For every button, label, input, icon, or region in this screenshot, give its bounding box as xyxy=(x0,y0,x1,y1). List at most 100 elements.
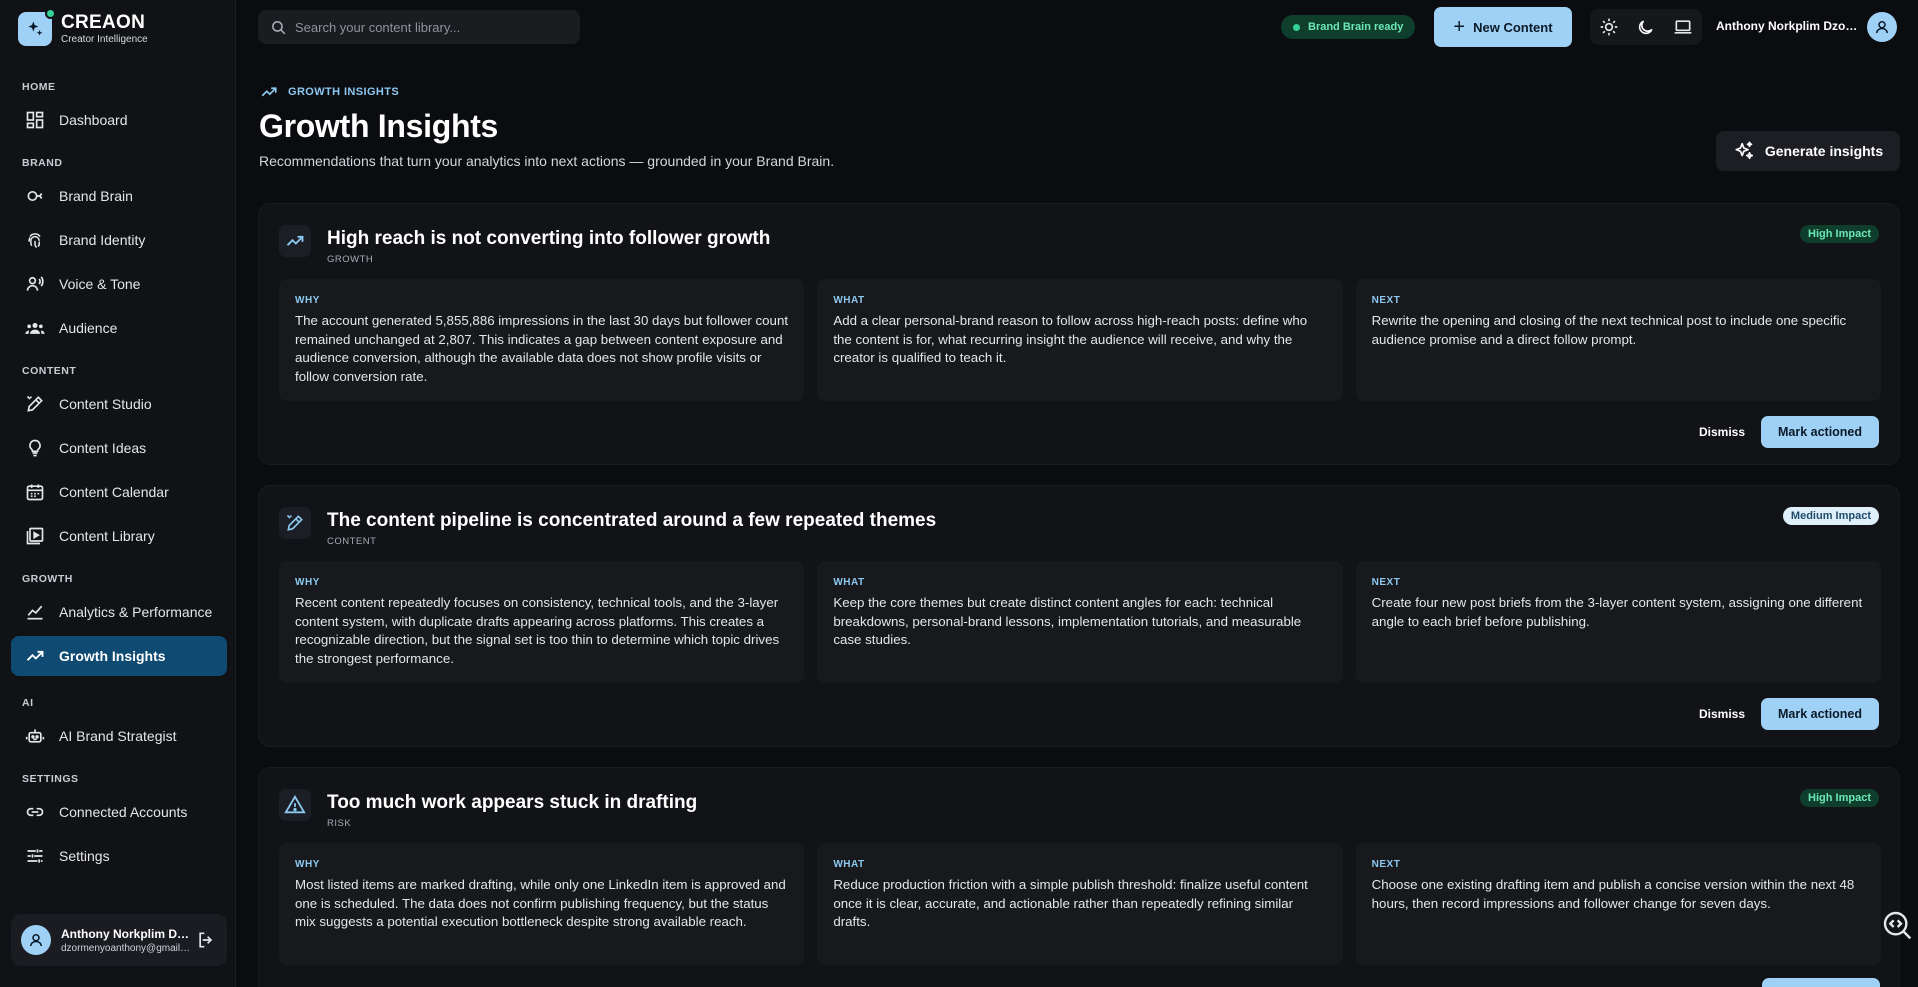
sidebar-item-content-ideas[interactable]: Content Ideas xyxy=(11,428,227,468)
sidebar-item-label: Dashboard xyxy=(59,112,128,128)
dashboard-icon xyxy=(26,111,44,129)
next-text: Rewrite the opening and closing of the n… xyxy=(1371,313,1847,347)
robot-icon xyxy=(25,729,45,743)
sidebar-item-brand-identity[interactable]: Brand Identity xyxy=(11,220,227,260)
logout-button[interactable] xyxy=(195,929,217,951)
why-panel: WHY Most listed items are marked draftin… xyxy=(279,843,805,965)
what-panel: WHAT Keep the core themes but create dis… xyxy=(817,561,1343,683)
header-user-name[interactable]: Anthony Norkplim Dzormenyo xyxy=(1716,19,1861,33)
search-input[interactable] xyxy=(295,19,565,35)
generate-insights-button[interactable]: Generate insights xyxy=(1716,131,1900,171)
sidebar-item-voice-tone[interactable]: Voice & Tone xyxy=(11,264,227,304)
sidebar-item-dashboard[interactable]: Dashboard xyxy=(11,100,227,140)
what-text: Add a clear personal-brand reason to fol… xyxy=(833,313,1308,365)
sidebar-item-label: Content Ideas xyxy=(59,440,147,456)
why-panel: WHY Recent content repeatedly focuses on… xyxy=(279,561,805,683)
status-badge-label: Brand Brain ready xyxy=(1308,21,1404,33)
search-bar[interactable] xyxy=(258,10,580,44)
pen-icon xyxy=(279,507,311,539)
page-title: Growth Insights xyxy=(259,108,499,144)
insight-card: High reach is not converting into follow… xyxy=(258,203,1900,465)
logout-icon xyxy=(199,932,213,948)
nav-section-home: HOME xyxy=(22,81,56,93)
dark-theme-button[interactable] xyxy=(1631,12,1661,42)
app-logo[interactable]: CREAON Creator Intelligence xyxy=(18,8,148,46)
why-text: Most listed items are marked drafting, w… xyxy=(295,877,786,929)
sidebar-item-label: Content Studio xyxy=(59,396,152,412)
status-badge: Brand Brain ready xyxy=(1281,15,1416,39)
insight-category: GROWTH xyxy=(327,254,374,265)
moon-icon xyxy=(1639,19,1654,34)
sidebar-item-content-calendar[interactable]: Content Calendar xyxy=(11,472,227,512)
why-label: WHY xyxy=(295,577,320,588)
theme-switcher xyxy=(1590,9,1702,45)
sidebar-item-audience[interactable]: Audience xyxy=(11,308,227,348)
system-theme-button[interactable] xyxy=(1668,12,1698,42)
what-label: WHAT xyxy=(833,859,865,870)
dismiss-button[interactable]: Dismiss xyxy=(1687,416,1757,448)
impact-badge: High Impact xyxy=(1800,789,1879,807)
sparkle-logo-icon xyxy=(18,8,56,46)
mark-actioned-button-partial[interactable] xyxy=(1762,978,1880,987)
sparkles-icon xyxy=(1735,141,1753,160)
sidebar-user-email: dzormenyoanthony@gmail.com xyxy=(61,942,191,954)
why-text: Recent content repeatedly focuses on con… xyxy=(295,595,780,666)
next-panel: NEXT Create four new post briefs from th… xyxy=(1355,561,1881,683)
mark-actioned-button[interactable]: Mark actioned xyxy=(1761,416,1879,448)
warning-icon xyxy=(279,789,311,821)
sidebar-user-card[interactable]: Anthony Norkplim Dzormenyo dzormenyoanth… xyxy=(11,914,227,966)
mark-actioned-button[interactable]: Mark actioned xyxy=(1761,698,1879,730)
insight-category: RISK xyxy=(327,818,352,829)
link-icon xyxy=(26,807,44,817)
insight-card: The content pipeline is concentrated aro… xyxy=(258,485,1900,747)
status-dot xyxy=(1293,23,1300,31)
sidebar-item-brand-brain[interactable]: Brand Brain xyxy=(11,176,227,216)
dismiss-button[interactable]: Dismiss xyxy=(1687,698,1757,730)
sidebar-item-content-library[interactable]: Content Library xyxy=(11,516,227,556)
next-label: NEXT xyxy=(1371,295,1401,306)
nav-section-ai: AI xyxy=(22,697,34,709)
app-name: CREAON xyxy=(61,11,146,33)
help-button[interactable] xyxy=(1880,908,1914,942)
sidebar-item-label: AI Brand Strategist xyxy=(59,728,177,744)
next-label: NEXT xyxy=(1371,577,1401,588)
eyebrow-label: GROWTH INSIGHTS xyxy=(288,86,400,98)
app-tagline: Creator Intelligence xyxy=(61,33,148,45)
what-text: Keep the core themes but create distinct… xyxy=(833,595,1302,647)
impact-badge: High Impact xyxy=(1800,225,1879,243)
header-avatar[interactable] xyxy=(1867,12,1897,42)
sidebar-item-label: Connected Accounts xyxy=(59,804,188,820)
sidebar-item-label: Content Calendar xyxy=(59,484,169,500)
brain-icon xyxy=(27,191,43,201)
sidebar-item-analytics[interactable]: Analytics & Performance xyxy=(11,592,227,632)
sidebar-item-label: Brand Identity xyxy=(59,232,146,248)
what-panel: WHAT Add a clear personal-brand reason t… xyxy=(817,279,1343,401)
page-subtitle: Recommendations that turn your analytics… xyxy=(259,153,835,169)
trending-up-icon xyxy=(279,225,311,257)
user-icon xyxy=(30,934,42,947)
sidebar-item-settings[interactable]: Settings xyxy=(11,836,227,876)
laptop-icon xyxy=(1674,20,1692,34)
sidebar-item-label: Content Library xyxy=(59,528,155,544)
sidebar-item-connected-accounts[interactable]: Connected Accounts xyxy=(11,792,227,832)
sliders-icon xyxy=(27,849,43,863)
next-label: NEXT xyxy=(1371,859,1401,870)
why-label: WHY xyxy=(295,295,320,306)
code-search-icon xyxy=(1883,911,1912,940)
light-theme-button[interactable] xyxy=(1594,12,1624,42)
voice-icon xyxy=(26,276,44,291)
why-text: The account generated 5,855,886 impressi… xyxy=(295,313,789,384)
sidebar-item-content-studio[interactable]: Content Studio xyxy=(11,384,227,424)
next-text: Choose one existing drafting item and pu… xyxy=(1371,877,1855,911)
nav-section-content: CONTENT xyxy=(22,365,77,377)
sidebar-item-label: Audience xyxy=(59,320,118,336)
sidebar-item-label: Analytics & Performance xyxy=(59,604,213,620)
new-content-button[interactable]: + New Content xyxy=(1434,7,1572,47)
sidebar-item-growth-insights[interactable]: Growth Insights xyxy=(11,636,227,676)
sidebar-item-ai-brand-strategist[interactable]: AI Brand Strategist xyxy=(11,716,227,756)
generate-insights-label: Generate insights xyxy=(1764,143,1884,159)
lightbulb-icon xyxy=(29,439,41,457)
fingerprint-icon xyxy=(28,233,41,249)
group-icon xyxy=(25,323,45,334)
online-dot xyxy=(45,8,56,19)
